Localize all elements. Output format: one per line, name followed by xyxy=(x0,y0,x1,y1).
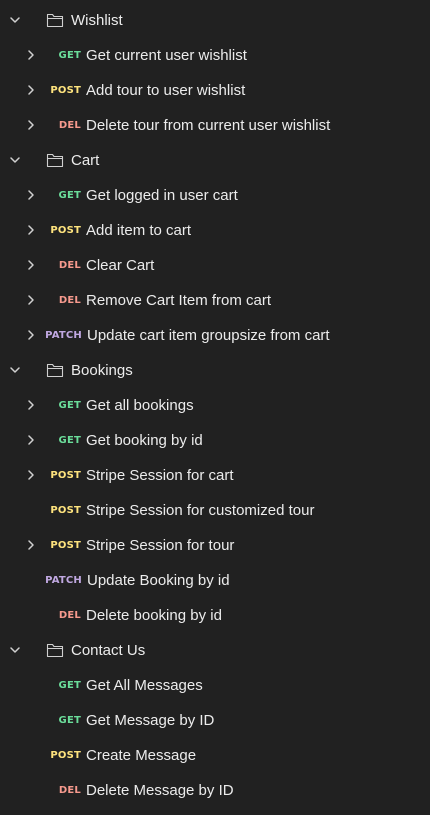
chevron-right-icon[interactable] xyxy=(25,84,37,96)
chevron-right-icon[interactable] xyxy=(25,399,37,411)
request-row[interactable]: POST Create Message xyxy=(0,738,430,773)
method-badge: PATCH xyxy=(45,575,82,586)
request-label: Clear Cart xyxy=(86,257,155,274)
method-badge: POST xyxy=(50,505,81,516)
request-label: Get all bookings xyxy=(86,397,194,414)
request-row[interactable]: DEL Clear Cart xyxy=(0,248,430,283)
request-label: Delete tour from current user wishlist xyxy=(86,117,331,134)
request-row[interactable]: GET Get current user wishlist xyxy=(0,38,430,73)
request-row[interactable]: POST Add tour to user wishlist xyxy=(0,73,430,108)
folder-row[interactable]: Bookings xyxy=(0,353,430,388)
request-row[interactable]: GET Get All Messages xyxy=(0,668,430,703)
collection-tree: Wishlist GET Get current user wishlist POST… xyxy=(0,3,430,808)
method-badge: GET xyxy=(58,190,81,201)
chevron-right-icon[interactable] xyxy=(25,259,37,271)
request-label: Get Message by ID xyxy=(86,712,215,729)
method-badge: PATCH xyxy=(45,330,82,341)
chevron-right-icon[interactable] xyxy=(25,224,37,236)
method-badge: GET xyxy=(58,435,81,446)
request-label: Delete Message by ID xyxy=(86,782,234,799)
request-row[interactable]: POST Stripe Session for customized tour xyxy=(0,493,430,528)
folder-icon xyxy=(46,642,64,658)
request-label: Create Message xyxy=(86,747,197,764)
chevron-right-icon[interactable] xyxy=(25,539,37,551)
method-badge: DEL xyxy=(58,120,81,131)
folder-label: Cart xyxy=(71,152,100,169)
request-label: Get current user wishlist xyxy=(86,47,247,64)
method-badge: GET xyxy=(58,400,81,411)
chevron-right-icon[interactable] xyxy=(25,49,37,61)
request-label: Get logged in user cart xyxy=(86,187,238,204)
folder-icon xyxy=(46,12,64,28)
request-row[interactable]: POST Stripe Session for tour xyxy=(0,528,430,563)
request-label: Stripe Session for cart xyxy=(86,467,234,484)
request-label: Update cart item groupsize from cart xyxy=(87,327,330,344)
request-label: Delete booking by id xyxy=(86,607,222,624)
request-row[interactable]: GET Get Message by ID xyxy=(0,703,430,738)
method-badge: GET xyxy=(58,50,81,61)
request-row[interactable]: PATCH Update cart item groupsize from car… xyxy=(0,318,430,353)
method-badge: GET xyxy=(58,680,81,691)
method-badge: POST xyxy=(50,470,81,481)
folder-label: Bookings xyxy=(71,362,133,379)
chevron-right-icon[interactable] xyxy=(25,329,37,341)
chevron-right-icon[interactable] xyxy=(25,189,37,201)
folder-icon xyxy=(46,152,64,168)
request-row[interactable]: DEL Delete tour from current user wishlis… xyxy=(0,108,430,143)
request-label: Get All Messages xyxy=(86,677,203,694)
request-label: Stripe Session for customized tour xyxy=(86,502,315,519)
request-label: Add item to cart xyxy=(86,222,192,239)
chevron-right-icon[interactable] xyxy=(25,119,37,131)
method-badge: POST xyxy=(50,225,81,236)
chevron-down-icon[interactable] xyxy=(9,14,21,26)
request-row[interactable]: GET Get all bookings xyxy=(0,388,430,423)
method-badge: DEL xyxy=(58,260,81,271)
folder-row[interactable]: Contact Us xyxy=(0,633,430,668)
folder-icon xyxy=(46,362,64,378)
method-badge: GET xyxy=(58,715,81,726)
chevron-right-icon[interactable] xyxy=(25,469,37,481)
request-row[interactable]: GET Get booking by id xyxy=(0,423,430,458)
chevron-down-icon[interactable] xyxy=(9,644,21,656)
request-row[interactable]: DEL Delete booking by id xyxy=(0,598,430,633)
request-label: Add tour to user wishlist xyxy=(86,82,246,99)
method-badge: POST xyxy=(50,540,81,551)
request-row[interactable]: DEL Remove Cart Item from cart xyxy=(0,283,430,318)
folder-row[interactable]: Wishlist xyxy=(0,3,430,38)
folder-label: Wishlist xyxy=(71,12,123,29)
request-row[interactable]: DEL Delete Message by ID xyxy=(0,773,430,808)
request-label: Update Booking by id xyxy=(87,572,230,589)
request-row[interactable]: GET Get logged in user cart xyxy=(0,178,430,213)
request-label: Remove Cart Item from cart xyxy=(86,292,272,309)
method-badge: DEL xyxy=(58,785,81,796)
request-row[interactable]: POST Add item to cart xyxy=(0,213,430,248)
request-label: Stripe Session for tour xyxy=(86,537,235,554)
request-label: Get booking by id xyxy=(86,432,203,449)
chevron-right-icon[interactable] xyxy=(25,294,37,306)
chevron-down-icon[interactable] xyxy=(9,364,21,376)
folder-label: Contact Us xyxy=(71,642,146,659)
chevron-right-icon[interactable] xyxy=(25,434,37,446)
method-badge: DEL xyxy=(58,295,81,306)
method-badge: POST xyxy=(50,750,81,761)
chevron-down-icon[interactable] xyxy=(9,154,21,166)
request-row[interactable]: PATCH Update Booking by id xyxy=(0,563,430,598)
method-badge: POST xyxy=(50,85,81,96)
method-badge: DEL xyxy=(58,610,81,621)
folder-row[interactable]: Cart xyxy=(0,143,430,178)
request-row[interactable]: POST Stripe Session for cart xyxy=(0,458,430,493)
